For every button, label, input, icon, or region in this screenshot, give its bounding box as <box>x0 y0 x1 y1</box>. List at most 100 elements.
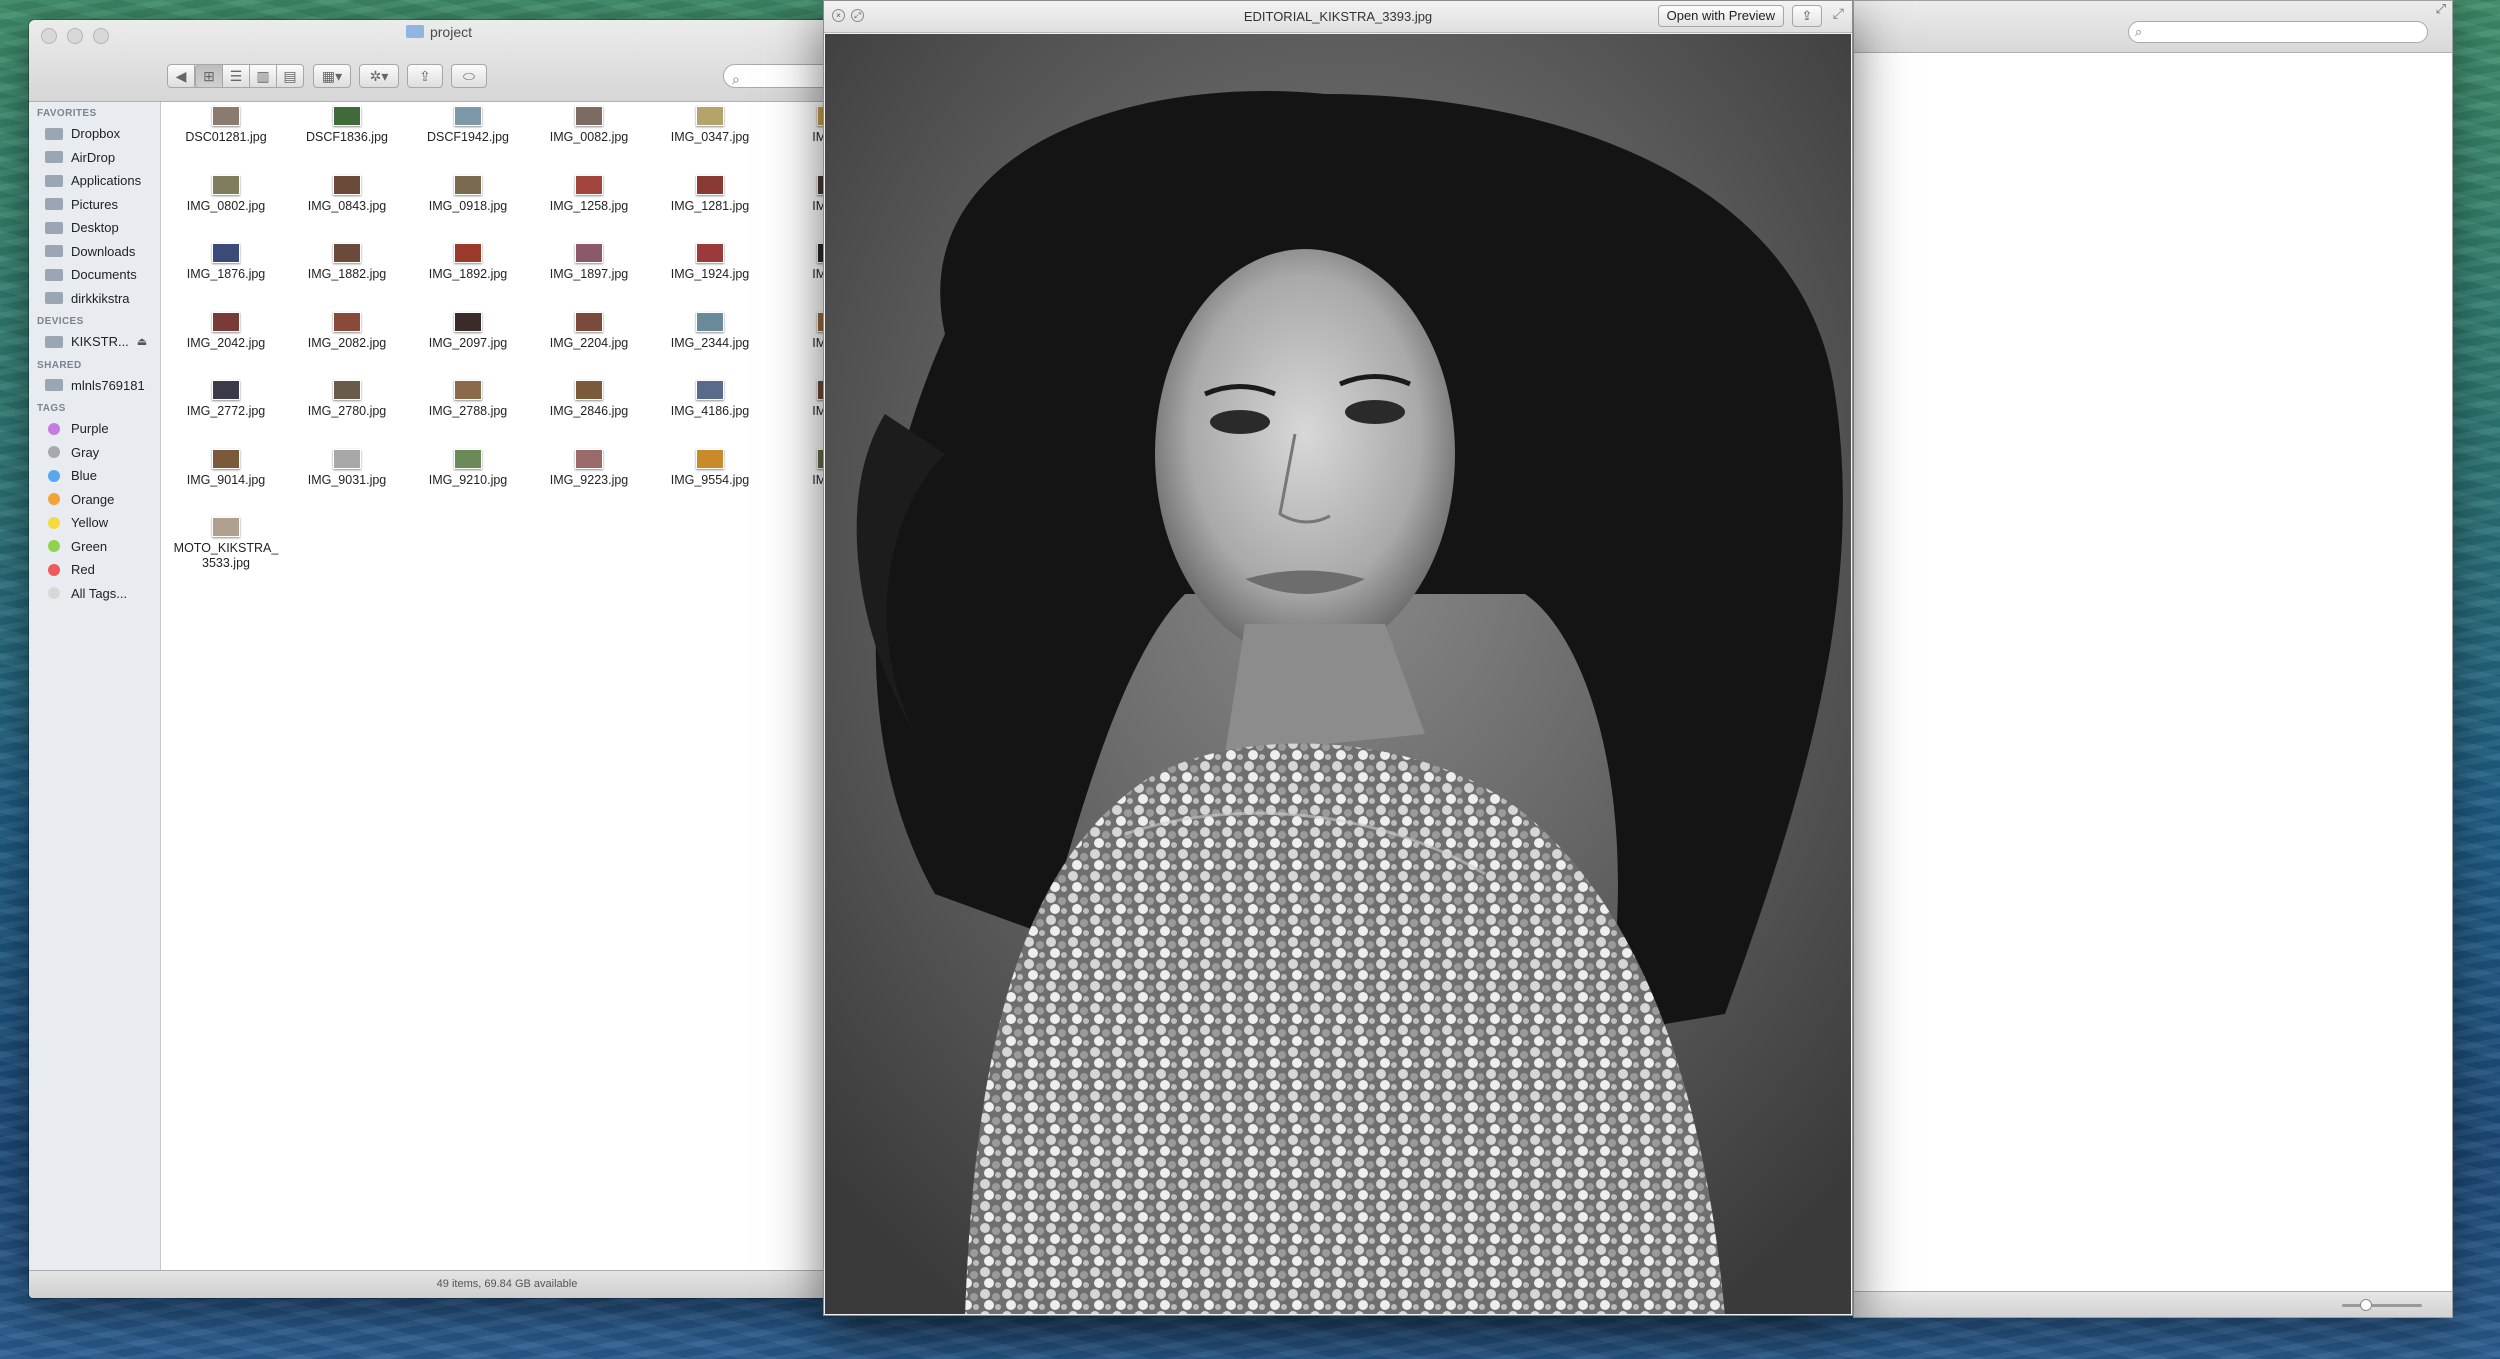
home-icon <box>45 292 63 304</box>
search-icon: ⌕ <box>732 68 740 90</box>
file-item[interactable]: IMG_2344.jpg <box>650 308 770 351</box>
file-item[interactable]: MOTO_KIKSTRA_ 3533.jpg <box>166 513 286 571</box>
tag-color-dot-icon <box>48 564 60 576</box>
image-thumbnail <box>454 449 482 469</box>
image-thumbnail <box>333 380 361 400</box>
file-item[interactable]: IMG_2082.jpg <box>287 308 407 351</box>
back-button[interactable]: ◀ <box>167 64 195 88</box>
sidebar-item-yellow[interactable]: Yellow <box>29 511 160 535</box>
file-item[interactable]: DSC01281.jpg <box>166 102 286 145</box>
file-item[interactable]: IMG_1882.jpg <box>287 239 407 282</box>
file-item[interactable]: IMG_0347.jpg <box>650 102 770 145</box>
share-button[interactable]: ⇪ <box>1792 5 1822 27</box>
file-item[interactable]: IMG_4186.jpg <box>650 376 770 419</box>
sidebar-item-dirkkikstra[interactable]: dirkkikstra <box>29 287 160 311</box>
sidebar-item-applications[interactable]: Applications <box>29 169 160 193</box>
sidebar-item-documents[interactable]: Documents <box>29 263 160 287</box>
file-item[interactable]: IMG_2780.jpg <box>287 376 407 419</box>
sidebar-item-label: mlnls769181 <box>71 378 145 393</box>
file-item[interactable]: IMG_2772.jpg <box>166 376 286 419</box>
file-name: IMG_1281.jpg <box>650 199 770 214</box>
applications-icon <box>45 175 63 187</box>
file-item[interactable]: IMG_0802.jpg <box>166 171 286 214</box>
file-item[interactable]: IMG_2042.jpg <box>166 308 286 351</box>
tags-button[interactable]: ⬭ <box>451 64 487 88</box>
search-icon: ⌕ <box>2135 24 2142 40</box>
sidebar-item-kikstr[interactable]: KIKSTR... ⏏ <box>29 330 160 354</box>
column-view-button[interactable]: ▥ <box>249 64 277 88</box>
sidebar-header-favorites: FAVORITES <box>29 102 160 122</box>
file-item[interactable]: IMG_9014.jpg <box>166 445 286 488</box>
zoom-slider-knob[interactable] <box>2360 1299 2372 1311</box>
file-item[interactable]: IMG_0082.jpg <box>529 102 649 145</box>
sidebar-item-dropbox[interactable]: Dropbox <box>29 122 160 146</box>
sidebar-item-desktop[interactable]: Desktop <box>29 216 160 240</box>
sidebar-item-label: dirkkikstra <box>71 291 130 306</box>
portrait-photo <box>825 34 1851 1314</box>
file-name: DSCF1836.jpg <box>287 130 407 145</box>
file-item[interactable]: IMG_9223.jpg <box>529 445 649 488</box>
eject-icon[interactable]: ⏏ <box>137 335 147 348</box>
file-item[interactable]: IMG_1897.jpg <box>529 239 649 282</box>
file-name: IMG_2846.jpg <box>529 404 649 419</box>
file-item[interactable]: IMG_2846.jpg <box>529 376 649 419</box>
image-thumbnail <box>212 380 240 400</box>
sidebar-item-green[interactable]: Green <box>29 535 160 559</box>
file-name: IMG_2082.jpg <box>287 336 407 351</box>
sidebar-item-pictures[interactable]: Pictures <box>29 193 160 217</box>
action-button[interactable]: ✲▾ <box>359 64 399 88</box>
image-thumbnail <box>333 175 361 195</box>
sidebar-item-gray[interactable]: Gray <box>29 441 160 465</box>
image-thumbnail <box>333 243 361 263</box>
share-button[interactable]: ⇪ <box>407 64 443 88</box>
file-item[interactable]: IMG_1281.jpg <box>650 171 770 214</box>
file-item[interactable]: IMG_2788.jpg <box>408 376 528 419</box>
status-text: 49 items, 69.84 GB available <box>162 1271 852 1297</box>
sidebar-item-downloads[interactable]: Downloads <box>29 240 160 264</box>
file-item[interactable]: IMG_1876.jpg <box>166 239 286 282</box>
file-item[interactable]: IMG_1258.jpg <box>529 171 649 214</box>
image-thumbnail <box>212 243 240 263</box>
open-with-preview-button[interactable]: Open with Preview <box>1658 5 1784 27</box>
file-item[interactable]: IMG_1892.jpg <box>408 239 528 282</box>
shared-computer-icon <box>45 379 63 391</box>
file-name: IMG_1258.jpg <box>529 199 649 214</box>
sidebar-item-mlnls769181[interactable]: mlnls769181 <box>29 374 160 398</box>
image-thumbnail <box>333 312 361 332</box>
zoom-slider[interactable] <box>2342 1304 2422 1307</box>
sidebar-item-blue[interactable]: Blue <box>29 464 160 488</box>
sidebar-item-label: Yellow <box>71 515 108 530</box>
background-search-input[interactable]: ⌕ <box>2128 21 2428 43</box>
sidebar-item-purple[interactable]: Purple <box>29 417 160 441</box>
tag-color-dot-icon <box>48 493 60 505</box>
sidebar-item-all-tags[interactable]: All Tags... <box>29 582 160 606</box>
quicklook-titlebar: × ⤢ EDITORIAL_KIKSTRA_3393.jpg Open with… <box>824 1 1852 33</box>
sidebar-header-tags: TAGS <box>29 397 160 417</box>
file-item[interactable]: DSCF1836.jpg <box>287 102 407 145</box>
file-item[interactable]: IMG_2204.jpg <box>529 308 649 351</box>
sidebar-item-label: KIKSTR... <box>71 334 129 349</box>
sidebar-item-airdrop[interactable]: AirDrop <box>29 146 160 170</box>
file-item[interactable]: IMG_0843.jpg <box>287 171 407 214</box>
sidebar-item-orange[interactable]: Orange <box>29 488 160 512</box>
arrange-button[interactable]: ▦▾ <box>313 64 351 88</box>
expand-icon[interactable]: ⤢ <box>1833 5 1844 22</box>
sidebar-item-label: Dropbox <box>71 126 120 141</box>
sidebar-item-red[interactable]: Red <box>29 558 160 582</box>
file-item[interactable]: IMG_9031.jpg <box>287 445 407 488</box>
background-window-toolbar: ⤢ ⌕ <box>1854 1 2452 53</box>
list-view-button[interactable]: ☰ <box>222 64 250 88</box>
file-name: IMG_1876.jpg <box>166 267 286 282</box>
image-thumbnail <box>454 312 482 332</box>
share-icon: ⇪ <box>1802 8 1813 23</box>
coverflow-view-button[interactable]: ▤ <box>276 64 304 88</box>
image-thumbnail <box>454 243 482 263</box>
file-item[interactable]: IMG_1924.jpg <box>650 239 770 282</box>
fullscreen-icon[interactable]: ⤢ <box>2436 1 2446 17</box>
icon-view-button[interactable]: ⊞ <box>195 64 223 88</box>
file-item[interactable]: IMG_9210.jpg <box>408 445 528 488</box>
file-item[interactable]: IMG_9554.jpg <box>650 445 770 488</box>
file-item[interactable]: IMG_0918.jpg <box>408 171 528 214</box>
file-item[interactable]: DSCF1942.jpg <box>408 102 528 145</box>
file-item[interactable]: IMG_2097.jpg <box>408 308 528 351</box>
